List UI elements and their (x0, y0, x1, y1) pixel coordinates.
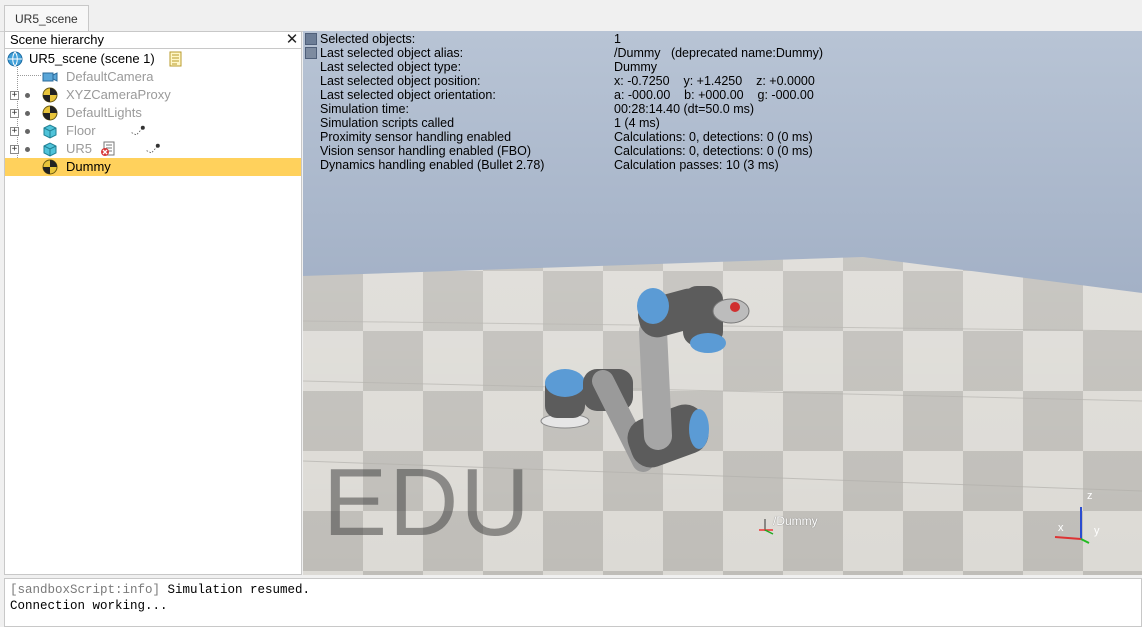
tree-item-ur5[interactable]: + UR5 (5, 140, 301, 158)
shape-icon (43, 142, 57, 157)
info-label: Proximity sensor handling enabled (320, 130, 512, 144)
info-value: x: -0.7250 y: +1.4250 z: +0.0000 (614, 74, 815, 88)
info-label: Simulation time: (320, 102, 409, 116)
bullet-icon (25, 93, 30, 98)
bullet-icon (25, 111, 30, 116)
info-value: a: -000.00 b: +000.00 g: -000.00 (614, 88, 814, 102)
tree-item-label: DefaultLights (66, 105, 142, 120)
tree-item-label: DefaultCamera (66, 69, 154, 84)
info-label: Dynamics handling enabled (Bullet 2.78) (320, 158, 545, 172)
console-text: Connection working... (10, 599, 168, 613)
dummy-object-label: /Dummy (773, 514, 818, 528)
axis-label-z: z (1087, 490, 1093, 502)
dummy-icon (42, 105, 58, 121)
joint-link-icon (146, 143, 160, 154)
info-label: Selected objects: (320, 32, 416, 46)
globe-icon (7, 51, 23, 67)
script-icon[interactable] (168, 51, 184, 67)
bullet-icon (25, 129, 30, 134)
script-disabled-icon[interactable] (100, 141, 116, 157)
tab-ur5-scene[interactable]: UR5_scene (4, 5, 89, 32)
expand-icon[interactable]: + (10, 127, 19, 136)
tree-item-default-lights[interactable]: + DefaultLights (5, 104, 301, 122)
info-value: Dummy (614, 60, 658, 74)
info-label: Last selected object position: (320, 74, 481, 88)
camera-icon (42, 72, 58, 82)
info-label: Simulation scripts called (320, 116, 455, 130)
info-value: 1 (614, 32, 621, 46)
info-value: 00:28:14.40 (dt=50.0 ms) (614, 102, 755, 116)
tree-item-label: UR5_scene (scene 1) (29, 51, 155, 66)
info-label: Last selected object type: (320, 60, 462, 74)
console-line: Connection working... (10, 598, 1136, 614)
tree-item-dummy[interactable]: Dummy (5, 158, 301, 176)
tree-item-xyz-camera-proxy[interactable]: + XYZCameraProxy (5, 86, 301, 104)
close-icon[interactable]: ✕ (285, 32, 299, 48)
scene-hierarchy-title: Scene hierarchy (10, 32, 104, 47)
status-console[interactable]: [sandboxScript:info] Simulation resumed.… (4, 578, 1142, 627)
bullet-icon (25, 147, 30, 152)
tree-item-label: Floor (66, 123, 96, 138)
info-value: Calculations: 0, detections: 0 (0 ms) (614, 144, 813, 158)
shape-icon (43, 124, 57, 139)
console-tag: [sandboxScript:info] (10, 583, 161, 597)
axis-label-x: x (1058, 522, 1064, 534)
tree-item-floor[interactable]: + Floor (5, 122, 301, 140)
info-toggle-button[interactable] (305, 47, 317, 59)
info-label: Last selected object alias: (320, 46, 464, 60)
tree-item-label: Dummy (66, 159, 111, 174)
dummy-icon (42, 87, 58, 103)
scene-hierarchy-header: Scene hierarchy ✕ (5, 32, 301, 49)
info-value: Calculation passes: 10 (3 ms) (614, 158, 779, 172)
tree-item-label: UR5 (66, 141, 93, 156)
info-label: Last selected object orientation: (320, 88, 496, 102)
expand-icon[interactable]: + (10, 109, 19, 118)
tree-item-label: XYZCameraProxy (66, 87, 171, 102)
console-line: [sandboxScript:info] Simulation resumed. (10, 582, 1136, 598)
info-label: Vision sensor handling enabled (FBO) (320, 144, 532, 158)
expand-icon[interactable]: + (10, 91, 19, 100)
scene-viewport[interactable]: Selected objects: 1 Last selected object… (303, 31, 1142, 575)
info-value: /Dummy (deprecated name:Dummy) (614, 46, 824, 60)
dummy-icon (42, 159, 58, 175)
axis-label-y: y (1094, 525, 1100, 537)
info-value: Calculations: 0, detections: 0 (0 ms) (614, 130, 813, 144)
tab-bar: UR5_scene (0, 0, 1142, 32)
joint-link-icon (131, 125, 145, 136)
scene-hierarchy-panel: Scene hierarchy ✕ UR5_scene (scene 1) De… (4, 31, 302, 575)
tree-item-scene-root[interactable]: UR5_scene (scene 1) (5, 50, 301, 68)
expand-icon[interactable]: + (10, 145, 19, 154)
console-text: Simulation resumed. (160, 583, 311, 597)
collapse-info-button[interactable] (305, 33, 317, 45)
edu-watermark: EDU (323, 449, 532, 556)
tree-item-default-camera[interactable]: DefaultCamera (5, 68, 301, 86)
info-value: 1 (4 ms) (614, 116, 660, 130)
